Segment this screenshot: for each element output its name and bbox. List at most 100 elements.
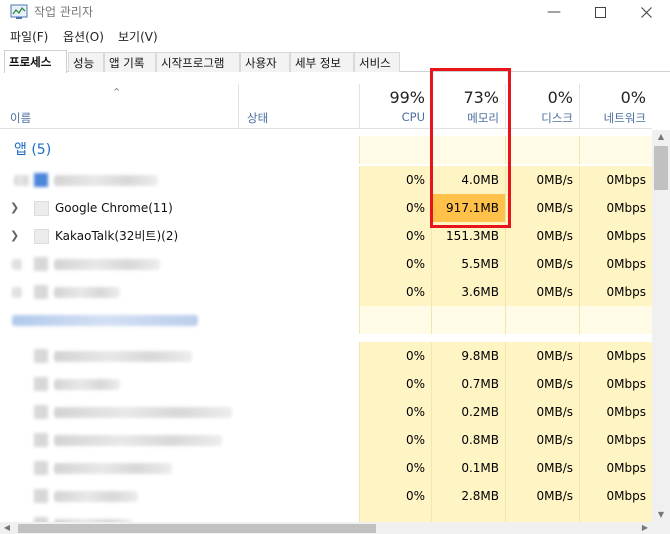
scrollbar-corner (652, 522, 670, 534)
disk-cell: 0MB/s (505, 342, 579, 370)
cpu-cell: 0% (359, 370, 431, 398)
table-row[interactable]: 0% 0.7MB 0MB/s 0Mbps (0, 370, 652, 398)
redacted-name (54, 491, 138, 502)
disk-cell: 0MB/s (505, 370, 579, 398)
chevron-right-icon[interactable]: ❯ (10, 222, 19, 250)
disk-cell: 0MB/s (505, 194, 579, 222)
scroll-left-icon[interactable]: ◀ (0, 522, 14, 534)
close-icon[interactable] (623, 0, 669, 24)
maximize-icon[interactable] (577, 0, 623, 24)
network-cell: 0Mbps (579, 166, 652, 194)
column-cpu[interactable]: 99% CPU (359, 84, 431, 129)
network-cell: 0Mbps (579, 250, 652, 278)
table-row[interactable]: 0% 0.8MB 0MB/s 0Mbps (0, 426, 652, 454)
cpu-percent: 99% (389, 88, 425, 107)
redacted-name (54, 407, 232, 418)
table-row[interactable]: 0% 4.0MB 0MB/s 0Mbps (0, 166, 652, 194)
cpu-cell: 0% (359, 342, 431, 370)
tab-services[interactable]: 서비스 (354, 52, 400, 72)
process-name: KakaoTalk(32비트)(2) (55, 229, 179, 243)
column-status-label: 상태 (247, 111, 269, 125)
tab-startup[interactable]: 시작프로그램 (156, 52, 240, 72)
cpu-cell: 0% (359, 166, 431, 194)
disk-cell: 0MB/s (505, 454, 579, 482)
redacted-name (54, 463, 172, 474)
tab-performance[interactable]: 성능 (68, 52, 104, 72)
cpu-cell: 0% (359, 278, 431, 306)
memory-cell: 151.3MB (431, 222, 505, 250)
disk-percent: 0% (547, 88, 573, 107)
memory-cell: 917.1MB (431, 194, 505, 222)
table-row[interactable]: 0% 0.2MB 0MB/s 0Mbps (0, 398, 652, 426)
vertical-scroll-thumb[interactable] (654, 146, 668, 190)
network-cell: 0Mbps (579, 482, 652, 510)
column-network[interactable]: 0% 네트워크 (579, 84, 652, 129)
disk-cell: 0MB/s (505, 278, 579, 306)
column-memory[interactable]: 73% 메모리 (431, 84, 505, 129)
menu-view[interactable]: 보기(V) (118, 28, 158, 45)
horizontal-scrollbar[interactable]: ◀ ▶ (0, 522, 652, 534)
cpu-cell: 0% (359, 454, 431, 482)
disk-label: 디스크 (541, 111, 573, 125)
redacted-name (54, 287, 120, 298)
memory-cell: 9.8MB (431, 342, 505, 370)
app-icon (34, 489, 48, 503)
memory-percent: 73% (463, 88, 499, 107)
table-row[interactable] (0, 510, 652, 522)
process-name: Google Chrome(11) (55, 201, 173, 215)
table-row[interactable]: ❯ KakaoTalk(32비트)(2) 0% 151.3MB 0MB/s 0M… (0, 222, 652, 250)
table-row[interactable]: ❯ Google Chrome(11) 0% 917.1MB 0MB/s 0Mb… (0, 194, 652, 222)
network-cell: 0Mbps (579, 454, 652, 482)
app-icon (34, 173, 48, 187)
minimize-icon[interactable]: — (531, 0, 577, 24)
network-cell: 0Mbps (579, 370, 652, 398)
table-row[interactable]: 0% 2.8MB 0MB/s 0Mbps (0, 482, 652, 510)
redacted-name (54, 351, 192, 362)
table-row[interactable]: 0% 9.8MB 0MB/s 0Mbps (0, 342, 652, 370)
tab-users[interactable]: 사용자 (240, 52, 290, 72)
disk-cell: 0MB/s (505, 482, 579, 510)
menu-bar: 파일(F) 옵션(O) 보기(V) (0, 26, 670, 46)
disk-cell: 0MB/s (505, 166, 579, 194)
redacted-name (54, 175, 158, 186)
column-disk[interactable]: 0% 디스크 (505, 84, 579, 129)
table-row[interactable]: 0% 0.1MB 0MB/s 0Mbps (0, 454, 652, 482)
disk-cell: 0MB/s (505, 250, 579, 278)
scroll-right-icon[interactable]: ▶ (638, 522, 652, 534)
network-cell: 0Mbps (579, 194, 652, 222)
column-name[interactable]: ⌃ 이름 (0, 84, 238, 129)
horizontal-scroll-thumb[interactable] (18, 524, 376, 533)
vertical-scrollbar[interactable]: ▲ ▼ (652, 130, 670, 522)
menu-file[interactable]: 파일(F) (10, 28, 48, 45)
group-label: 앱 (5) (14, 142, 52, 158)
tab-strip: 프로세스 성능 앱 기록 시작프로그램 사용자 세부 정보 서비스 (4, 50, 670, 73)
kakaotalk-icon (34, 229, 49, 244)
memory-label: 메모리 (467, 111, 499, 125)
scroll-up-icon[interactable]: ▲ (652, 130, 670, 144)
group-header-apps[interactable]: 앱 (5) (0, 136, 652, 164)
scroll-down-icon[interactable]: ▼ (652, 508, 670, 522)
menu-options[interactable]: 옵션(O) (63, 28, 104, 45)
redacted-name (54, 379, 120, 390)
app-icon (34, 285, 48, 299)
chevron-right-icon[interactable]: ❯ (10, 194, 19, 222)
table-row[interactable]: 0% 5.5MB 0MB/s 0Mbps (0, 250, 652, 278)
cpu-cell: 0% (359, 482, 431, 510)
process-table: 앱 (5) 0% 4.0MB 0MB/s 0Mbps ❯ Google Chro… (0, 130, 652, 522)
memory-cell: 0.2MB (431, 398, 505, 426)
cpu-cell: 0% (359, 194, 431, 222)
table-row[interactable]: 0% 3.6MB 0MB/s 0Mbps (0, 278, 652, 306)
tab-processes[interactable]: 프로세스 (4, 50, 67, 73)
app-icon (34, 349, 48, 363)
app-icon (34, 433, 48, 447)
network-cell: 0Mbps (579, 222, 652, 250)
cpu-cell: 0% (359, 250, 431, 278)
column-status[interactable]: 상태 (238, 84, 359, 129)
tab-app-history[interactable]: 앱 기록 (104, 52, 156, 72)
tab-details[interactable]: 세부 정보 (290, 52, 354, 72)
group-header-redacted[interactable] (0, 306, 652, 334)
memory-cell: 5.5MB (431, 250, 505, 278)
memory-cell: 4.0MB (431, 166, 505, 194)
task-manager-icon (10, 4, 28, 19)
window-title: 작업 관리자 (34, 5, 94, 19)
